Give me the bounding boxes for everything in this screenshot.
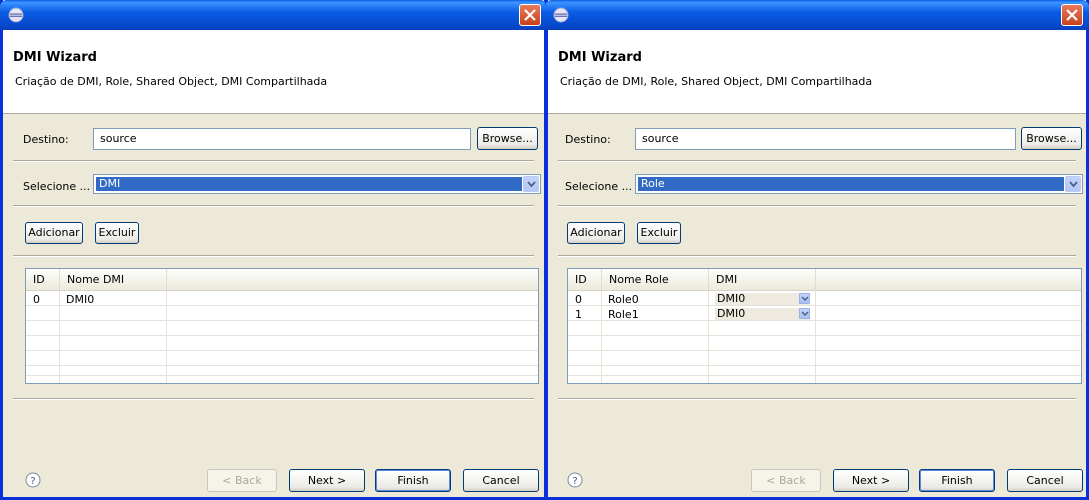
column-header-nome-role[interactable]: Nome Role bbox=[602, 269, 709, 291]
eclipse-icon bbox=[553, 7, 569, 23]
page-description: Criação de DMI, Role, Shared Object, DMI… bbox=[560, 75, 873, 88]
separator bbox=[558, 255, 1076, 257]
wizard-window-left: DMI Wizard Criação de DMI, Role, Shared … bbox=[0, 0, 547, 500]
type-select[interactable]: Role bbox=[635, 174, 1083, 194]
type-select[interactable]: DMI bbox=[93, 174, 541, 194]
finish-button[interactable]: Finish bbox=[375, 469, 451, 492]
table-header: ID Nome Role DMI bbox=[568, 269, 1081, 291]
chevron-down-icon bbox=[801, 296, 809, 302]
type-select-value: Role bbox=[638, 177, 1064, 191]
browse-button[interactable]: Browse... bbox=[1021, 127, 1082, 150]
chevron-down-icon bbox=[801, 311, 809, 317]
back-button[interactable]: < Back bbox=[751, 469, 821, 492]
destino-input[interactable]: source bbox=[93, 128, 471, 150]
destino-label: Destino: bbox=[565, 133, 611, 146]
close-icon bbox=[1066, 9, 1078, 21]
chevron-down-icon bbox=[1069, 181, 1078, 188]
finish-button[interactable]: Finish bbox=[919, 469, 995, 492]
close-button[interactable] bbox=[1061, 4, 1083, 26]
type-select-value: DMI bbox=[96, 177, 522, 191]
page-description: Criação de DMI, Role, Shared Object, DMI… bbox=[15, 75, 328, 88]
wizard-header: DMI Wizard Criação de DMI, Role, Shared … bbox=[548, 30, 1086, 114]
eclipse-icon bbox=[8, 7, 24, 23]
page-title: DMI Wizard bbox=[558, 50, 642, 65]
column-header-nome-dmi[interactable]: Nome DMI bbox=[60, 269, 167, 291]
adicionar-button[interactable]: Adicionar bbox=[567, 222, 625, 244]
cancel-button[interactable]: Cancel bbox=[463, 469, 539, 492]
svg-text:?: ? bbox=[30, 476, 35, 487]
separator bbox=[13, 205, 534, 207]
help-icon[interactable]: ? bbox=[567, 472, 583, 488]
table-cell-id[interactable]: 0 bbox=[575, 293, 582, 306]
wizard-header: DMI Wizard Criação de DMI, Role, Shared … bbox=[3, 30, 544, 114]
table-header: ID Nome DMI bbox=[26, 269, 538, 291]
column-header-dmi[interactable]: DMI bbox=[709, 269, 816, 291]
back-button[interactable]: < Back bbox=[207, 469, 277, 492]
close-button[interactable] bbox=[519, 4, 541, 26]
destino-label: Destino: bbox=[23, 133, 69, 146]
separator bbox=[13, 160, 534, 162]
adicionar-button[interactable]: Adicionar bbox=[25, 222, 83, 244]
separator bbox=[558, 160, 1076, 162]
selecione-label: Selecione ... bbox=[23, 180, 91, 193]
table-cell-dmi-select[interactable]: DMI0 bbox=[715, 308, 810, 320]
browse-button[interactable]: Browse... bbox=[477, 127, 538, 150]
excluir-button[interactable]: Excluir bbox=[95, 222, 139, 244]
page-title: DMI Wizard bbox=[13, 50, 97, 65]
separator bbox=[13, 255, 534, 257]
cell-dropdown-button[interactable] bbox=[799, 293, 810, 304]
separator bbox=[558, 205, 1076, 207]
excluir-button[interactable]: Excluir bbox=[637, 222, 681, 244]
role-table[interactable]: ID Nome Role DMI 0 Role0 DMI0 1 Role1 DM… bbox=[567, 268, 1082, 384]
separator bbox=[558, 398, 1076, 400]
table-cell-dmi-select[interactable]: DMI0 bbox=[715, 293, 810, 305]
table-cell-nome[interactable]: Role1 bbox=[608, 308, 639, 321]
table-cell-nome[interactable]: DMI0 bbox=[66, 293, 94, 306]
cell-dropdown-button[interactable] bbox=[799, 308, 810, 319]
selecione-label: Selecione ... bbox=[565, 180, 633, 193]
chevron-down-icon bbox=[527, 181, 536, 188]
column-header-id[interactable]: ID bbox=[26, 269, 60, 291]
dropdown-button[interactable] bbox=[523, 176, 539, 192]
table-cell-id[interactable]: 1 bbox=[575, 308, 582, 321]
title-bar[interactable] bbox=[0, 0, 547, 30]
help-icon[interactable]: ? bbox=[25, 472, 41, 488]
svg-text:?: ? bbox=[572, 476, 577, 487]
table-cell-id[interactable]: 0 bbox=[33, 293, 40, 306]
cancel-button[interactable]: Cancel bbox=[1007, 469, 1083, 492]
table-cell-nome[interactable]: Role0 bbox=[608, 293, 639, 306]
column-header-id[interactable]: ID bbox=[568, 269, 602, 291]
dmi-table[interactable]: ID Nome DMI 0 DMI0 bbox=[25, 268, 539, 384]
next-button[interactable]: Next > bbox=[289, 469, 365, 492]
destino-input[interactable]: source bbox=[635, 128, 1016, 150]
title-bar[interactable] bbox=[545, 0, 1089, 30]
next-button[interactable]: Next > bbox=[833, 469, 909, 492]
dropdown-button[interactable] bbox=[1065, 176, 1081, 192]
separator bbox=[13, 398, 534, 400]
wizard-window-right: DMI Wizard Criação de DMI, Role, Shared … bbox=[545, 0, 1089, 500]
close-icon bbox=[524, 9, 536, 21]
